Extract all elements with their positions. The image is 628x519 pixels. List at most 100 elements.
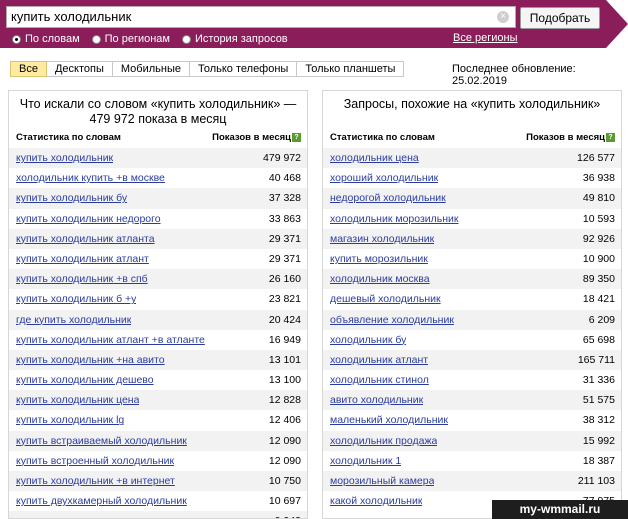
radio-icon[interactable]	[12, 34, 21, 44]
table-row: холодильник цена 126 577	[323, 148, 621, 169]
query-link[interactable]: какой холодильник	[330, 491, 422, 511]
query-link[interactable]: купить холодильник +на авито	[16, 350, 165, 370]
query-link[interactable]: купить холодильник +в спб	[16, 269, 148, 289]
impressions-count: 29 371	[268, 252, 301, 265]
tab-all[interactable]: Все	[10, 61, 47, 77]
search-input[interactable]: купить холодильник	[6, 6, 516, 28]
query-link[interactable]: купить холодильник атланта	[16, 229, 155, 249]
query-link[interactable]: купить холодильник +в интернет	[16, 511, 175, 518]
table-row: объявление холодильник 6 209	[323, 309, 621, 330]
tab-tablets-only[interactable]: Только планшеты	[297, 61, 405, 77]
query-link[interactable]: купить холодильник б +у	[16, 289, 136, 309]
table-row: купить холодильник цена 12 828	[9, 390, 307, 411]
query-link[interactable]: холодильник цена	[330, 148, 419, 168]
query-link[interactable]: холодильник купить +в москве	[16, 168, 165, 188]
impressions-count: 18 421	[582, 293, 615, 306]
impressions-count: 10 697	[268, 495, 301, 508]
table-row: холодильник купить +в москве 40 468	[9, 168, 307, 188]
table-row: купить холодильник б +у 23 821	[9, 289, 307, 309]
table-row: купить холодильник 479 972	[9, 148, 307, 169]
mode-by-words[interactable]: По словам	[12, 32, 80, 46]
table-row: холодильник атлант 165 711	[323, 349, 621, 371]
impressions-count: 33 863	[268, 212, 301, 225]
query-link[interactable]: где купить холодильник	[16, 310, 131, 330]
table-row: авито холодильник 51 575	[323, 390, 621, 411]
table-row: купить холодильник +на авито 13 101	[9, 349, 307, 371]
right-panel-title: Запросы, похожие на «купить холодильник»	[343, 97, 601, 111]
radio-icon[interactable]	[182, 34, 191, 44]
tab-phones-only[interactable]: Только телефоны	[189, 61, 298, 77]
query-link[interactable]: холодильник москва	[330, 269, 430, 289]
left-panel-header: Статистика по словам Показов в месяц?	[9, 131, 307, 145]
query-link[interactable]: купить морозильник	[330, 249, 428, 269]
query-link[interactable]: купить двухкамерный холодильник	[16, 491, 187, 511]
search-button[interactable]: Подобрать	[520, 7, 600, 29]
impressions-count: 165 711	[577, 353, 615, 366]
query-link[interactable]: магазин холодильник	[330, 229, 434, 249]
watermark: my-wmmail.ru	[492, 500, 628, 519]
mode-by-regions[interactable]: По регионам	[91, 32, 170, 46]
impressions-count: 31 336	[582, 374, 615, 387]
impressions-count: 49 810	[582, 192, 615, 205]
table-row: купить двухкамерный холодильник 10 697	[9, 491, 307, 511]
table-row: недорогой холодильник 49 810	[323, 188, 621, 209]
query-link[interactable]: недорогой холодильник	[330, 188, 446, 208]
impressions-count: 37 328	[268, 192, 301, 205]
impressions-count: 65 698	[582, 333, 615, 346]
query-link[interactable]: холодильник морозильник	[330, 209, 459, 229]
all-regions-link[interactable]: Все регионы	[453, 32, 518, 44]
query-link[interactable]: купить холодильник атлант	[16, 249, 149, 269]
query-link[interactable]: купить холодильник +в интернет	[16, 471, 175, 491]
table-row: где купить холодильник 20 424	[9, 309, 307, 330]
search-bar-arrow	[606, 0, 628, 48]
query-link[interactable]: объявление холодильник	[330, 310, 454, 330]
query-link[interactable]: холодильник продажа	[330, 431, 437, 451]
query-link[interactable]: хороший холодильник	[330, 168, 438, 188]
query-link[interactable]: купить холодильник lg	[16, 410, 124, 430]
query-link[interactable]: купить холодильник недорого	[16, 209, 161, 229]
query-link[interactable]: маленький холодильник	[330, 410, 448, 430]
query-link[interactable]: купить холодильник дешево	[16, 370, 154, 390]
impressions-count: 18 387	[582, 454, 615, 467]
right-panel: Запросы, похожие на «купить холодильник»…	[322, 90, 622, 519]
query-link[interactable]: морозильный камера	[330, 471, 434, 491]
radio-icon[interactable]	[91, 34, 101, 44]
query-link[interactable]: купить холодильник	[16, 148, 113, 168]
table-row: купить холодильник +в спб 26 160	[9, 269, 307, 290]
impressions-count: 9 943	[275, 511, 301, 518]
right-rows: холодильник цена 126 577 хороший холодильн…	[323, 148, 621, 511]
table-row: купить холодильник +в интернет 10 750	[9, 471, 307, 492]
mode-history[interactable]: История запросов	[182, 32, 288, 46]
query-link[interactable]: холодильник атлант	[330, 350, 428, 370]
table-row: холодильник 1 18 387	[323, 451, 621, 471]
col-query: Статистика по словам	[16, 132, 121, 143]
query-link[interactable]: дешевый холодильник	[330, 289, 441, 309]
impressions-count: 36 938	[582, 172, 615, 185]
impressions-count: 40 468	[268, 172, 301, 185]
impressions-count: 211 103	[577, 475, 615, 487]
tab-mobile[interactable]: Мобильные	[112, 61, 190, 77]
query-link[interactable]: купить холодильник атлант +в атланте	[16, 330, 205, 350]
query-link[interactable]: купить встроенный холодильник	[16, 451, 174, 471]
impressions-count: 10 750	[268, 475, 301, 487]
table-row: хороший холодильник 36 938	[323, 168, 621, 188]
impressions-count: 51 575	[582, 394, 615, 407]
query-link[interactable]: холодильник бу	[330, 330, 406, 350]
query-link[interactable]: купить холодильник бу	[16, 188, 127, 208]
impressions-count: 92 926	[582, 232, 615, 245]
impressions-count: 23 821	[268, 293, 301, 306]
impressions-count: 38 312	[582, 414, 615, 427]
impressions-count: 26 160	[268, 273, 301, 286]
impressions-count: 89 350	[582, 273, 615, 286]
query-link[interactable]: купить холодильник цена	[16, 390, 139, 410]
query-link[interactable]: холодильник стинол	[330, 370, 429, 390]
query-link[interactable]: купить встраиваемый холодильник	[16, 431, 187, 451]
query-link[interactable]: холодильник 1	[330, 451, 401, 471]
table-row: купить холодильник атлант 29 371	[9, 249, 307, 269]
close-icon[interactable]: ×	[497, 11, 509, 23]
question-icon[interactable]: ?	[292, 132, 301, 142]
query-link[interactable]: авито холодильник	[330, 390, 423, 410]
impressions-count: 126 577	[577, 152, 615, 164]
tab-desktops[interactable]: Десктопы	[46, 61, 113, 77]
question-icon[interactable]: ?	[606, 132, 615, 142]
